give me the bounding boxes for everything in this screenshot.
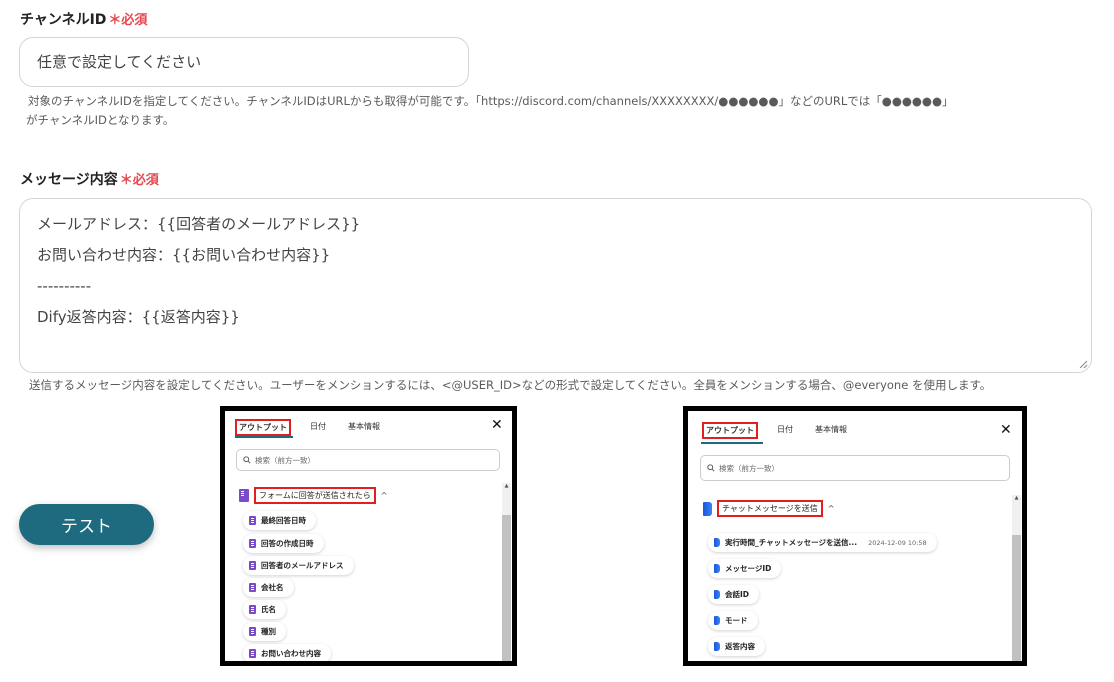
message-help: 送信するメッセージ内容を設定してください。ユーザーをメンションするには、<@US…: [29, 378, 992, 392]
resize-handle-icon[interactable]: [1079, 360, 1088, 369]
list-item[interactable]: 会社名: [243, 578, 294, 597]
scrollbar[interactable]: ▲: [502, 483, 511, 661]
item-label: 種別: [261, 627, 276, 636]
close-icon[interactable]: ✕: [491, 417, 503, 433]
list-item[interactable]: メッセージID: [708, 559, 782, 578]
dify-icon: [714, 590, 720, 599]
item-label: 最終回答日時: [261, 516, 306, 525]
google-forms-icon: [249, 649, 256, 658]
dify-icon: [703, 501, 712, 516]
group-title: フォームに回答が送信されたら: [254, 487, 376, 504]
dify-icon: [714, 616, 720, 625]
scroll-up-icon[interactable]: ▲: [502, 483, 511, 489]
item-label: メッセージID: [725, 564, 772, 573]
item-label: 氏名: [261, 605, 276, 614]
required-badge: ＊必須: [108, 13, 148, 28]
search-input[interactable]: 検索（前方一致）: [700, 455, 1010, 481]
scrollbar[interactable]: ▲: [1012, 495, 1021, 661]
item-label: 返答内容: [725, 642, 755, 651]
search-icon: [707, 464, 715, 472]
list-item[interactable]: 氏名: [243, 600, 286, 619]
active-tab-underline: [235, 436, 293, 438]
message-line: Dify返答内容：{{返答内容}}: [37, 308, 240, 326]
search-placeholder: 検索（前方一致）: [255, 455, 315, 465]
tab-date[interactable]: 日付: [307, 419, 329, 436]
list-item[interactable]: 返答内容: [708, 637, 765, 656]
item-label: お問い合わせ内容: [261, 649, 321, 658]
active-tab-underline: [701, 442, 763, 444]
search-input[interactable]: 検索（前方一致）: [236, 449, 500, 471]
item-label: 会社名: [261, 583, 284, 592]
list-item[interactable]: 実行時間_チャットメッセージを送信... 2024-12-09 10:58: [708, 533, 937, 552]
channel-id-label: チャンネルID ＊必須: [20, 9, 147, 29]
message-line: メールアドレス：{{回答者のメールアドレス}}: [37, 215, 361, 233]
item-label: 回答者のメールアドレス: [261, 561, 344, 570]
scrollbar-thumb[interactable]: [1012, 535, 1021, 661]
google-forms-icon: [249, 583, 256, 592]
channel-id-help-line1: 対象のチャンネルIDを指定してください。チャンネルIDはURLからも取得が可能で…: [28, 94, 954, 108]
message-line: お問い合わせ内容：{{お問い合わせ内容}}: [37, 246, 331, 264]
tab-output[interactable]: アウトプット: [235, 419, 291, 436]
action-group-header[interactable]: チャットメッセージを送信 ^: [703, 500, 834, 517]
channel-id-input-box[interactable]: [19, 37, 469, 87]
list-item[interactable]: 回答の作成日時: [243, 534, 324, 553]
list-item[interactable]: 種別: [243, 622, 286, 641]
list-item[interactable]: 最終回答日時: [243, 511, 316, 530]
item-label: 会話ID: [725, 590, 750, 599]
channel-id-help-line2: がチャンネルIDとなります。: [26, 113, 175, 127]
panel-tabs: アウトプット 日付 基本情報: [702, 422, 850, 439]
channel-id-help: 対象のチャンネルIDを指定してください。チャンネルIDはURLからも取得が可能で…: [26, 92, 1098, 130]
google-forms-icon: [249, 627, 256, 636]
test-button[interactable]: テスト: [19, 504, 154, 545]
tab-basic-info[interactable]: 基本情報: [345, 419, 383, 436]
list-item[interactable]: 回答者のメールアドレス: [243, 556, 354, 575]
item-timestamp: 2024-12-09 10:58: [868, 538, 927, 547]
message-line: ----------: [37, 277, 92, 295]
google-forms-icon: [239, 489, 249, 502]
chevron-up-icon: ^: [380, 491, 388, 500]
group-title: チャットメッセージを送信: [717, 500, 823, 517]
tab-date[interactable]: 日付: [774, 422, 796, 439]
dify-icon: [714, 538, 720, 547]
chevron-up-icon: ^: [827, 504, 835, 513]
trigger-group-header[interactable]: フォームに回答が送信されたら ^: [239, 487, 387, 504]
scrollbar-thumb[interactable]: [502, 515, 511, 661]
item-label: 実行時間_チャットメッセージを送信...: [725, 538, 858, 547]
list-item[interactable]: モード: [708, 611, 758, 630]
item-label: モード: [725, 616, 748, 625]
tab-basic-info[interactable]: 基本情報: [812, 422, 850, 439]
search-icon: [243, 456, 251, 464]
scroll-up-icon[interactable]: ▲: [1012, 495, 1021, 501]
item-label: 回答の作成日時: [261, 539, 314, 548]
list-item[interactable]: 会話ID: [708, 585, 760, 604]
message-textarea[interactable]: メールアドレス：{{回答者のメールアドレス}} お問い合わせ内容：{{お問い合わ…: [19, 198, 1092, 373]
forms-output-screenshot: アウトプット 日付 基本情報 ✕ 検索（前方一致） フォームに回答が送信されたら…: [220, 406, 517, 666]
required-badge: ＊必須: [119, 173, 159, 188]
list-item[interactable]: お問い合わせ内容: [243, 644, 331, 661]
google-forms-icon: [249, 605, 256, 614]
tab-output[interactable]: アウトプット: [702, 422, 758, 439]
channel-id-label-text: チャンネルID: [20, 12, 107, 28]
close-icon[interactable]: ✕: [1000, 422, 1012, 438]
google-forms-icon: [249, 561, 256, 570]
google-forms-icon: [249, 539, 256, 548]
dify-icon: [714, 564, 720, 573]
search-placeholder: 検索（前方一致）: [719, 463, 779, 473]
dify-icon: [714, 642, 720, 651]
message-label-text: メッセージ内容: [20, 172, 118, 188]
message-label: メッセージ内容 ＊必須: [20, 169, 159, 189]
panel-tabs: アウトプット 日付 基本情報: [235, 419, 383, 436]
dify-output-screenshot: アウトプット 日付 基本情報 ✕ 検索（前方一致） チャットメッセージを送信 ^…: [683, 406, 1027, 666]
google-forms-icon: [249, 516, 256, 525]
channel-id-input[interactable]: [20, 38, 468, 86]
